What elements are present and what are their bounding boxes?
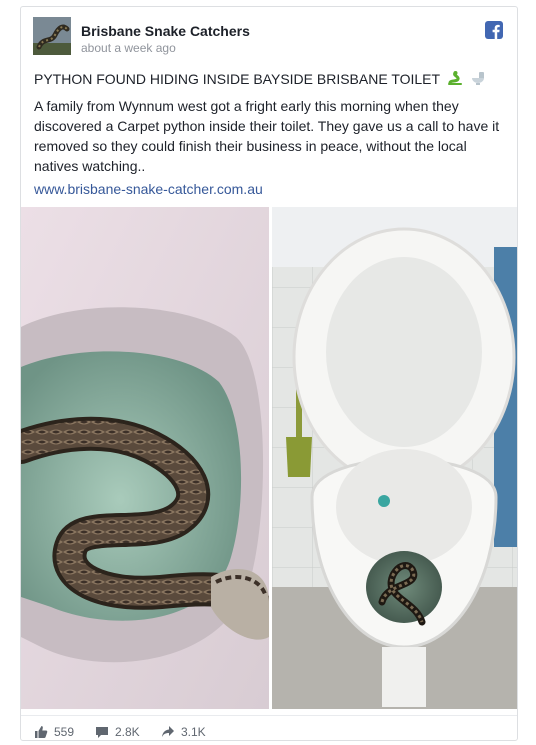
photo-snake-closeup[interactable] bbox=[21, 207, 269, 709]
shares-count[interactable]: 3.1K bbox=[161, 725, 206, 739]
post-footer: 559 2.8K 3.1K bbox=[21, 715, 517, 740]
photo-toilet-overview[interactable] bbox=[272, 207, 517, 709]
facebook-icon[interactable] bbox=[485, 21, 503, 39]
page-avatar[interactable] bbox=[33, 17, 71, 55]
toilet-emoji-icon bbox=[470, 70, 486, 90]
like-icon bbox=[35, 726, 48, 738]
snake-emoji-icon bbox=[447, 70, 463, 90]
page-name[interactable]: Brisbane Snake Catchers bbox=[81, 23, 250, 39]
post-headline: PYTHON FOUND HIDING INSIDE BAYSIDE BRISB… bbox=[34, 70, 504, 90]
post-header: Brisbane Snake Catchers about a week ago bbox=[21, 7, 517, 63]
post-timestamp[interactable]: about a week ago bbox=[81, 41, 176, 55]
headline-text: PYTHON FOUND HIDING INSIDE BAYSIDE BRISB… bbox=[34, 71, 440, 87]
post-body-text: A family from Wynnum west got a fright e… bbox=[34, 98, 500, 174]
comments-count[interactable]: 2.8K bbox=[95, 725, 140, 739]
shares-count-label: 3.1K bbox=[181, 725, 206, 739]
comments-count-label: 2.8K bbox=[115, 725, 140, 739]
likes-count-label: 559 bbox=[54, 725, 75, 739]
share-icon bbox=[162, 726, 174, 737]
likes-count[interactable]: 559 bbox=[34, 725, 74, 739]
post-link[interactable]: www.brisbane-snake-catcher.com.au bbox=[34, 181, 263, 197]
facebook-post-card: Brisbane Snake Catchers about a week ago… bbox=[20, 6, 518, 741]
comment-icon bbox=[96, 727, 108, 738]
